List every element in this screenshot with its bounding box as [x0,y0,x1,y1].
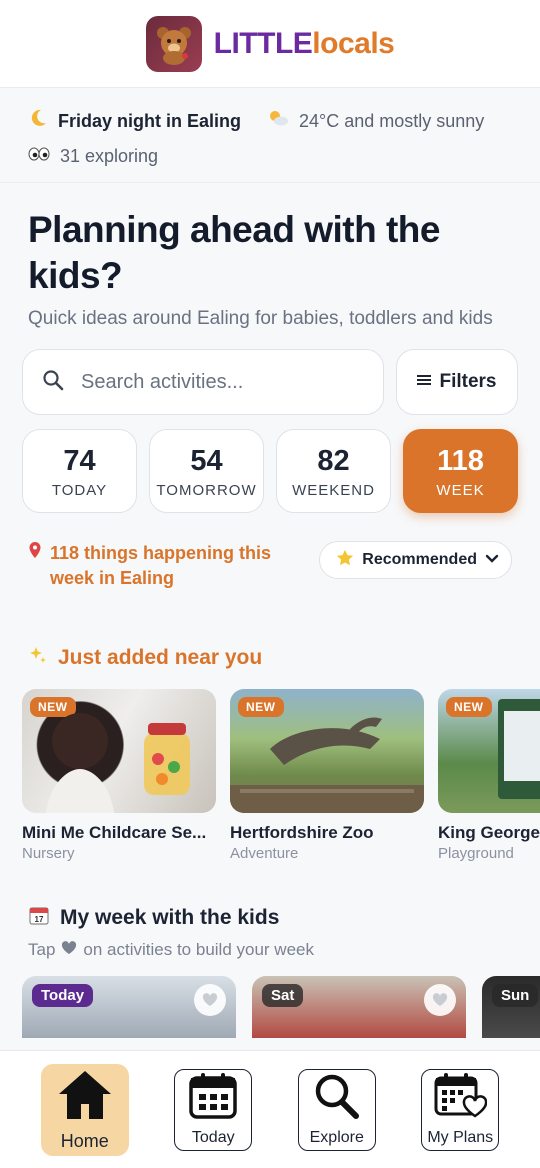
filter-lines-icon [417,371,432,393]
chip-label: WEEKEND [292,481,375,499]
svg-text:17: 17 [35,915,44,924]
nav-today[interactable]: Today [174,1068,253,1151]
chip-label: TOMORROW [156,481,257,499]
results-count-text: 118 things happening this week in Ealing [50,543,272,588]
chip-count: 54 [190,444,223,477]
chip-today[interactable]: 74 TODAY [22,429,137,513]
exploring-count: 31 exploring [60,146,159,166]
moon-icon [28,108,48,134]
my-week-note: Tap on activities to build your week [0,932,540,960]
app-header: LITTLElocals [0,0,540,88]
sparkles-icon [28,645,48,671]
heart-button[interactable] [424,984,456,1016]
activity-category: Adventure [230,845,299,862]
week-day-card[interactable]: Sun [482,976,540,1038]
magnifier-icon [312,1072,362,1125]
note-tap: Tap [28,940,56,959]
status-row-context: Friday night in Ealing 24°C and mostly s… [28,108,512,134]
brand-name-locals: locals [312,26,395,60]
activity-photo: NEW [22,689,216,813]
note-rest: on activities to build your week [83,940,314,959]
teddy-bear-logo-icon [145,15,202,72]
chip-count: 118 [437,444,484,477]
brand-name: LITTLElocals [214,27,395,61]
activity-title: Mini Me Childcare Se... [22,823,207,842]
calendar-heart-icon [433,1072,488,1125]
chip-count: 82 [317,444,350,477]
hero: Planning ahead with the kids? Quick idea… [0,183,540,331]
page-subtitle: Quick ideas around Ealing for babies, to… [28,308,493,329]
chip-count: 74 [63,444,96,477]
week-cards: Today Sat Sun [0,960,540,1038]
chevron-down-icon [485,551,499,569]
activity-card[interactable]: NEW King George Playground [438,689,540,862]
home-icon [57,1068,113,1127]
day-badge: Today [32,984,94,1007]
nav-plans-label: My Plans [427,1129,494,1146]
eyes-icon [28,144,50,168]
just-added-cards: NEW Mini Me Childcare Se... Nursery NEW [0,671,540,862]
just-added-heading: Just added near you [0,591,540,671]
heart-icon [61,940,77,960]
nav-explore[interactable]: Explore [297,1068,376,1151]
results-summary: 118 things happening this week in Ealing [28,541,298,591]
just-added-title: Just added near you [58,646,263,669]
page-title: Planning ahead with the kids? [28,209,440,296]
activity-photo: NEW [230,689,424,813]
day-badge: Sun [492,984,539,1007]
date-range-chips: 74 TODAY 54 TOMORROW 82 WEEKEND 118 WEEK [0,415,540,513]
sun-cloud-icon [267,108,289,134]
status-row-exploring: 31 exploring [28,144,512,168]
nav-my-plans[interactable]: My Plans [421,1068,500,1151]
my-week-title: My week with the kids [60,906,280,929]
sort-label: Recommended [362,551,477,568]
results-row: 118 things happening this week in Ealing… [0,513,540,591]
week-day-card[interactable]: Today [22,976,236,1038]
activity-title: Hertfordshire Zoo [230,823,374,842]
search-input[interactable] [81,370,365,394]
star-icon [336,549,354,572]
brand-logo[interactable]: LITTLElocals [145,15,395,72]
chip-label: WEEK [436,481,485,499]
nav-home-label: Home [60,1130,109,1151]
nav-today-label: Today [191,1129,235,1146]
week-day-card[interactable]: Sat [252,976,466,1038]
search-box[interactable] [22,349,384,415]
search-icon [41,368,65,397]
activity-title: King George [438,823,540,842]
chip-week[interactable]: 118 WEEK [403,429,518,513]
activity-category: Playground [438,845,514,862]
heart-button[interactable] [194,984,226,1016]
nav-explore-label: Explore [309,1129,364,1146]
filters-button[interactable]: Filters [396,349,518,415]
weather-text: 24°C and mostly sunny [299,111,485,131]
app-screen: LITTLElocals Friday night in Ealing 24°C… [0,0,540,1168]
chip-weekend[interactable]: 82 WEEKEND [276,429,391,513]
calendar-grid-icon [188,1072,238,1125]
activity-photo: NEW [438,689,540,813]
my-week-heading: 17 My week with the kids [0,862,540,932]
brand-name-little: LITTLE [213,26,313,60]
sort-select[interactable]: Recommended [319,541,512,579]
location-pin-icon [28,541,42,591]
chip-tomorrow[interactable]: 54 TOMORROW [149,429,264,513]
filters-label: Filters [439,371,497,392]
search-row: Filters [0,331,540,415]
day-badge: Sat [262,984,304,1007]
calendar-icon: 17 [28,904,50,932]
context-text: Friday night in Ealing [58,111,242,131]
activity-card[interactable]: NEW Hertfordshire Zoo Adventure [230,689,424,862]
activity-category: Nursery [22,845,75,862]
chip-label: TODAY [51,481,108,499]
activity-card[interactable]: NEW Mini Me Childcare Se... Nursery [22,689,216,862]
nav-home[interactable]: Home [40,1063,129,1156]
bottom-nav: Home Today Explore My Plans [0,1050,540,1168]
status-strip: Friday night in Ealing 24°C and mostly s… [0,88,540,183]
